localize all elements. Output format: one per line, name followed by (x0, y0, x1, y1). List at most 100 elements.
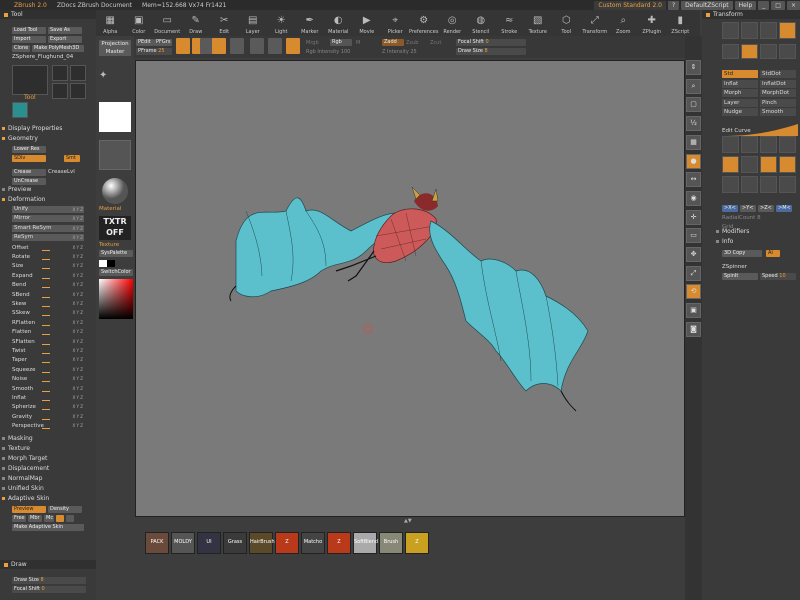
xyz-toggles[interactable]: X Y Z (73, 328, 83, 336)
brush-preset-icon[interactable] (722, 44, 739, 59)
tool-label[interactable]: Tool (24, 94, 36, 102)
deform-slider-bar[interactable] (42, 259, 50, 260)
cube-tool-icon[interactable] (52, 83, 68, 99)
stroke-option-icon[interactable] (741, 156, 758, 173)
aahalf-icon[interactable]: ½ (686, 116, 701, 132)
stroke-option-icon[interactable] (760, 156, 777, 173)
lower-res-button[interactable]: Lower Res (12, 145, 46, 153)
lsym-icon[interactable]: ↔ (686, 172, 701, 188)
palette-tool[interactable]: ⬡ Tool (552, 10, 581, 36)
rotate-transform-button[interactable] (779, 22, 796, 39)
palette-zplugin[interactable]: ✚ ZPlugin (638, 10, 667, 36)
secondary-color-swatch[interactable] (107, 260, 115, 267)
xyz-toggles[interactable]: X Y Z (73, 338, 83, 346)
minimize-icon[interactable]: _ (758, 0, 770, 10)
m-button[interactable]: M (356, 40, 360, 46)
xyz-toggles[interactable]: X Y Z (73, 403, 83, 411)
palette-material[interactable]: ◐ Material (324, 10, 353, 36)
menu-layout-label[interactable]: Custom Standard 2.0 (594, 0, 666, 10)
deform-flatten[interactable]: Flatten X Y Z (12, 328, 84, 336)
deform-unify[interactable]: Unify X Y Z (12, 206, 84, 213)
xyz-toggles[interactable]: X Y Z (73, 309, 83, 317)
move-icon[interactable]: ✥ (686, 247, 701, 262)
material-label[interactable]: Material (99, 206, 131, 212)
export-button[interactable]: Export (48, 35, 82, 43)
sym-x-button[interactable]: >X< (722, 205, 738, 212)
draw-mode-button[interactable] (212, 38, 226, 54)
stroke-option-icon[interactable] (779, 176, 796, 193)
deform-slider-bar[interactable] (42, 353, 50, 354)
xyz-toggles[interactable]: X Y Z (73, 253, 83, 261)
ai-button[interactable]: AI (766, 250, 780, 257)
displacement-section[interactable]: Displacement (2, 465, 49, 473)
deform-resym[interactable]: ReSym X Y Z (12, 234, 84, 242)
deform-slider-bar[interactable] (42, 381, 50, 383)
bottom-item-0[interactable]: PACK (145, 532, 169, 554)
brush-nudge[interactable]: Nudge (722, 108, 758, 116)
stroke-icon[interactable]: ✦ (99, 70, 131, 92)
stroke-option-icon[interactable] (722, 136, 739, 153)
palette-zoom[interactable]: ⌕ Zoom (609, 10, 638, 36)
scale-button[interactable] (268, 38, 282, 54)
shelf-focal-shift-slider[interactable]: Focal Shift 0 (456, 39, 526, 46)
xyz-toggles[interactable]: X Y Z (73, 366, 83, 374)
actual-icon[interactable]: ▢ (686, 97, 701, 113)
bottom-item-1[interactable]: MOLDY (171, 532, 195, 554)
draw-size-slider[interactable]: Draw Size 8 (12, 576, 86, 584)
deform-offset[interactable]: Offset X Y Z (12, 244, 84, 252)
brush-std[interactable]: Std (722, 70, 758, 78)
syspalette-button[interactable]: SysPalette (99, 250, 133, 257)
radialcount-slider[interactable]: RadialCount 8 (722, 215, 761, 221)
clone-button[interactable]: Clone (12, 44, 30, 52)
preview-section[interactable]: Preview (2, 186, 31, 194)
cone-tool-icon[interactable] (70, 83, 86, 99)
texture-section[interactable]: Texture (2, 445, 30, 453)
crease-lvl-label[interactable]: CreaseLvl (48, 169, 75, 175)
pf-sel-icon[interactable]: ▦ (686, 134, 701, 150)
brush-pinch[interactable]: Pinch (760, 98, 796, 107)
current-tool-thumbnail[interactable] (12, 65, 48, 95)
deform-noise[interactable]: Noise X Y Z (12, 375, 84, 383)
adaptive-orange-toggle[interactable] (56, 514, 64, 522)
draw-tool-button[interactable] (230, 38, 244, 54)
local-icon[interactable]: ◉ (686, 190, 701, 206)
make-adaptive-skin-button[interactable]: Make Adaptive Skin (12, 523, 84, 531)
xyz-toggles[interactable]: X Y Z (73, 422, 83, 430)
xyz-toggles[interactable]: X Y Z (73, 300, 83, 308)
rgb-button[interactable]: Rgb (330, 39, 352, 46)
deform-twist[interactable]: Twist X Y Z (12, 347, 84, 355)
adaptive-toggle[interactable] (66, 514, 74, 522)
txtr-off-button[interactable]: TXTR OFF (99, 216, 131, 240)
camera-icon[interactable]: ◙ (686, 321, 701, 337)
texture-thumbnail[interactable] (99, 140, 131, 170)
xyz-toggles[interactable]: X Y Z (73, 272, 83, 280)
xyz-toggles[interactable]: X Y Z (73, 413, 83, 421)
deform-inflat[interactable]: Inflat X Y Z (12, 394, 84, 402)
deform-slider-bar[interactable] (42, 418, 50, 420)
rotate-icon[interactable]: ⟲ (686, 284, 701, 300)
brush-preset-icon[interactable] (760, 44, 777, 59)
deform-slider-bar[interactable] (42, 362, 50, 364)
geometry-section[interactable]: Geometry (2, 135, 38, 143)
stroke-option-icon[interactable] (741, 136, 758, 153)
document-canvas[interactable] (135, 60, 685, 517)
bottom-item-7[interactable]: Z (327, 532, 351, 554)
deform-taper[interactable]: Taper X Y Z (12, 356, 84, 364)
brush-stddot[interactable]: StdDot (760, 70, 796, 78)
xyz-toggles[interactable]: X Y Z (73, 356, 83, 364)
deform-slider-bar[interactable] (42, 249, 50, 251)
display-properties-section[interactable]: Display Properties (2, 125, 62, 133)
sym-y-button[interactable]: >Y< (740, 205, 756, 212)
sym-m-button[interactable]: >M< (776, 205, 792, 212)
info-section[interactable]: Info (716, 238, 733, 246)
stroke-option-icon[interactable] (760, 136, 777, 153)
pfgrs-button[interactable]: PFGrs (154, 39, 172, 46)
load-tool-button[interactable]: Load Tool (12, 26, 46, 34)
deformation-section[interactable]: Deformation (2, 196, 45, 204)
deform-slider-bar[interactable] (42, 400, 50, 401)
sdiv-slider[interactable]: SDiv (12, 154, 46, 162)
deform-smooth[interactable]: Smooth X Y Z (12, 385, 84, 393)
z-intensity-slider[interactable]: Z Intensity 25 (382, 49, 417, 55)
deform-slider-bar[interactable] (42, 409, 50, 411)
palette-marker[interactable]: ✒ Marker (296, 10, 325, 36)
